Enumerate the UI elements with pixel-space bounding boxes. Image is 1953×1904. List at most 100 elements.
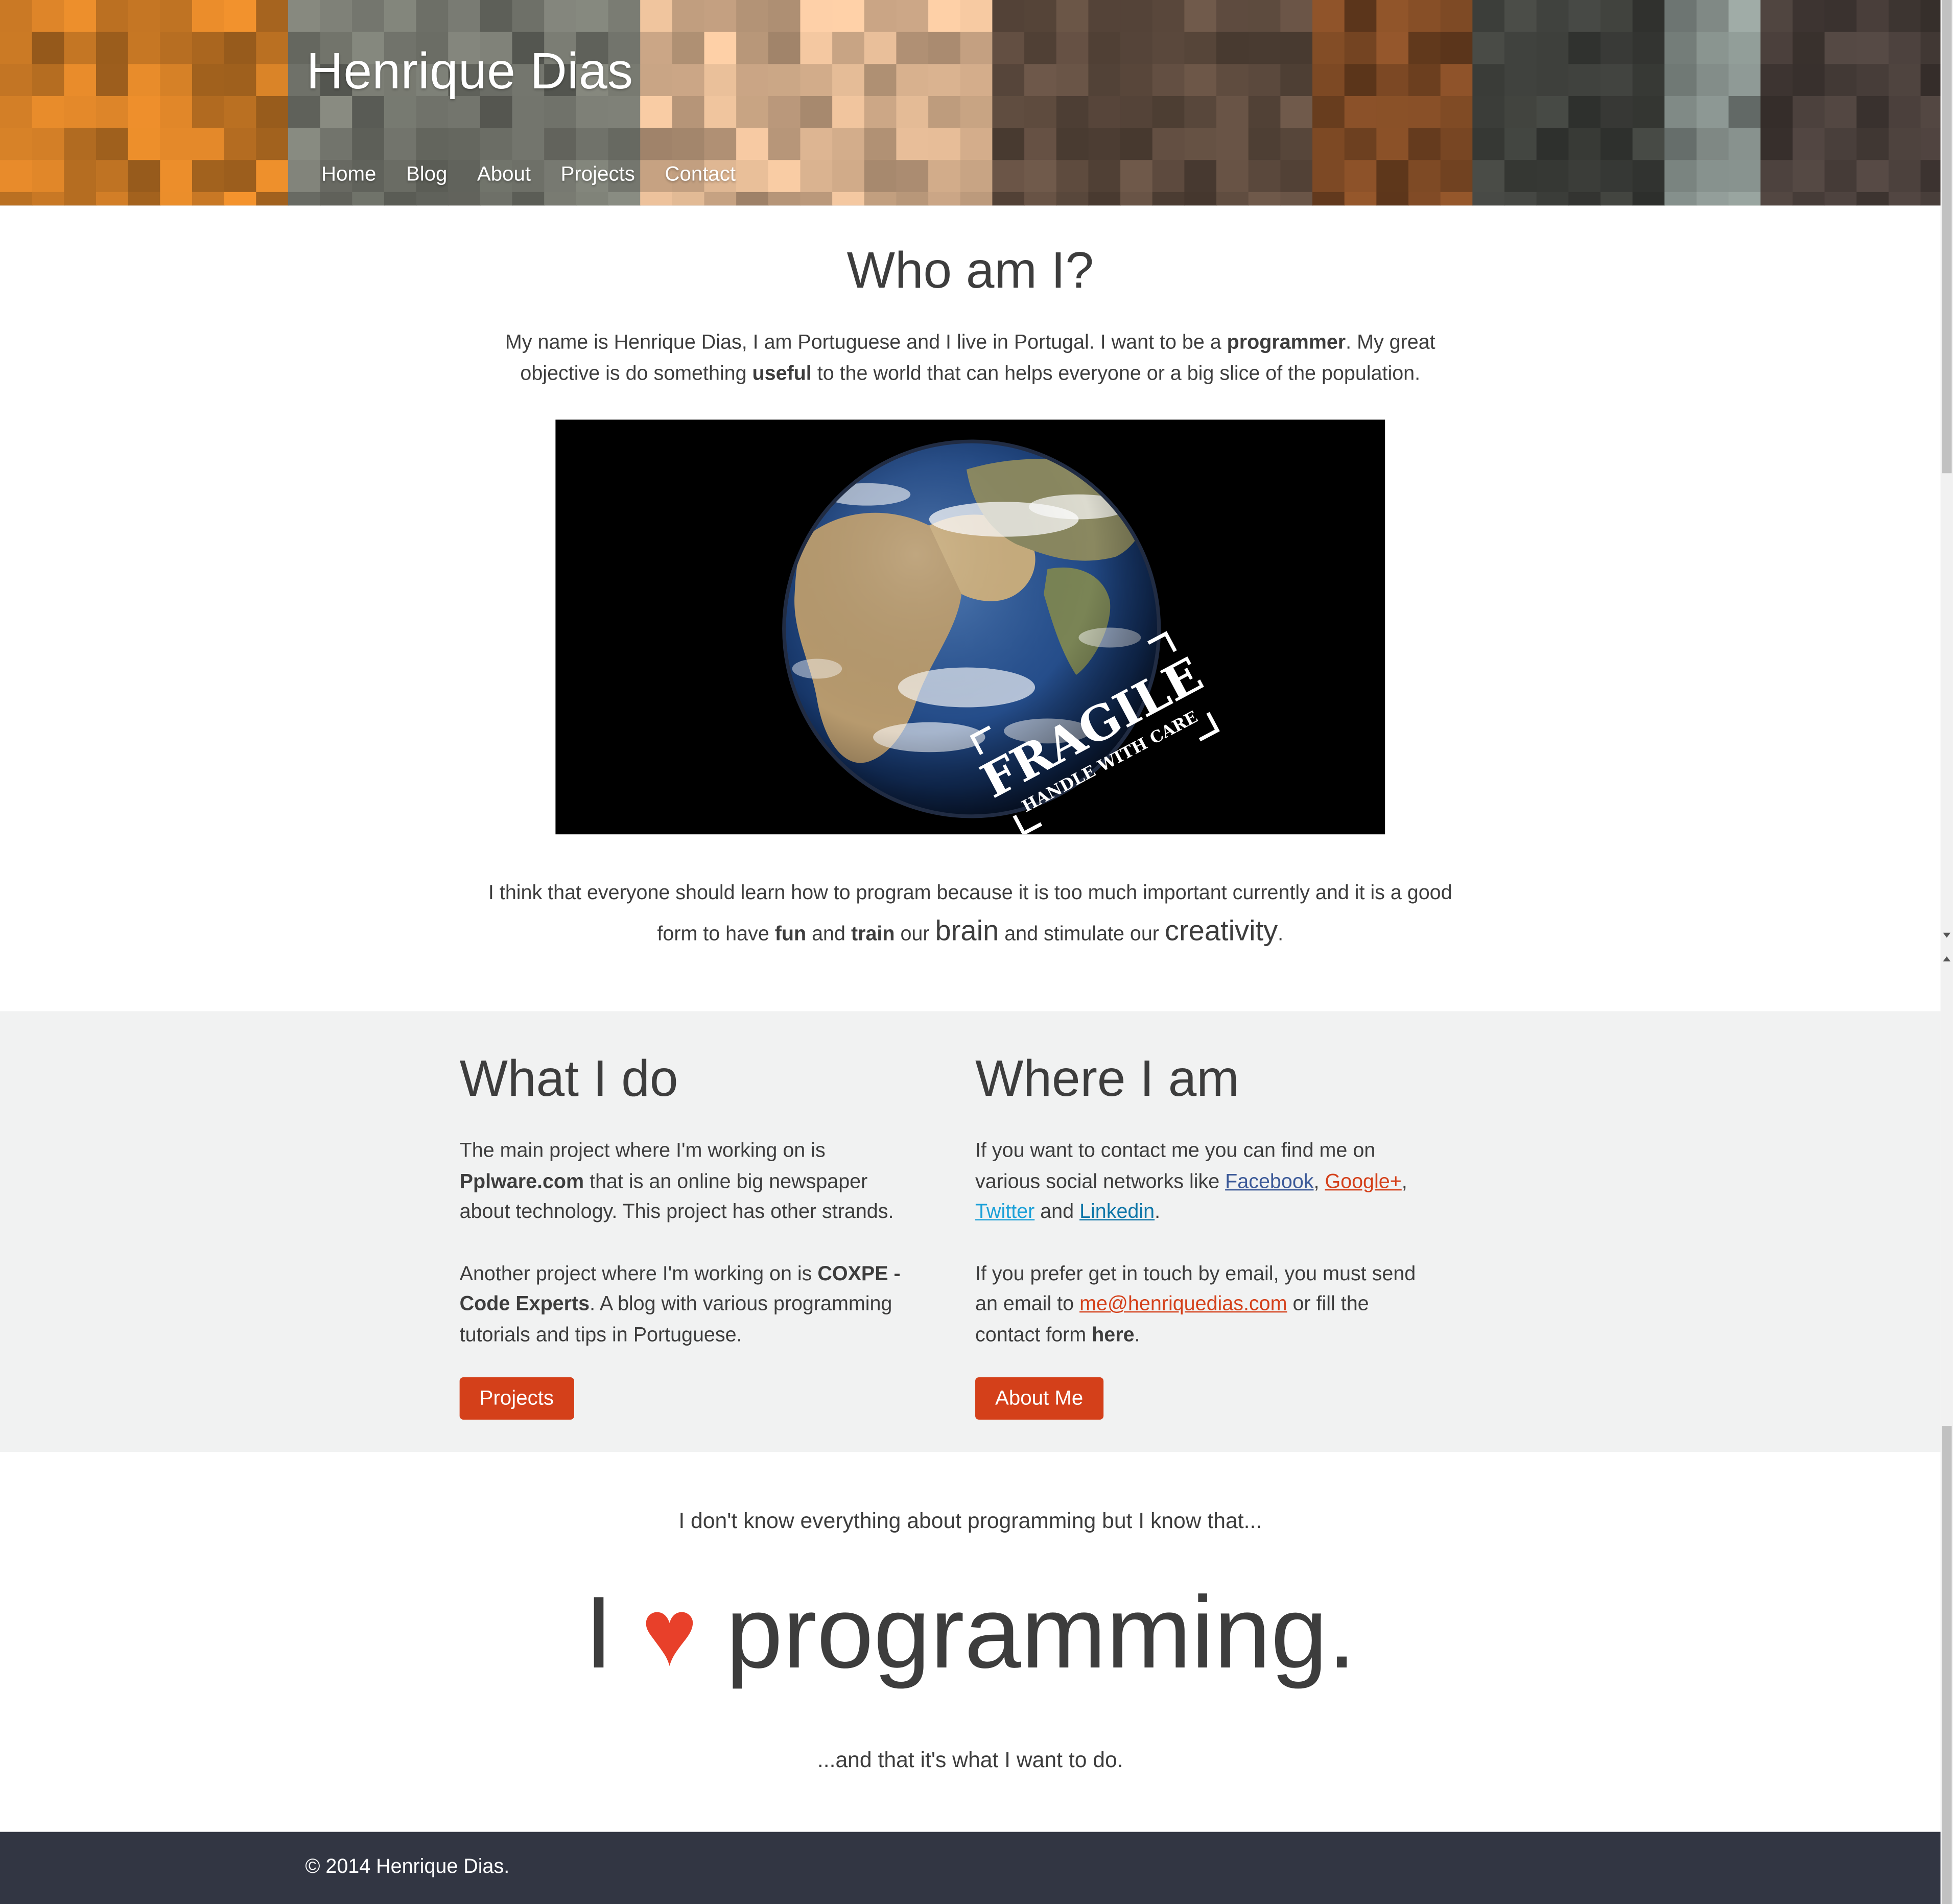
mosaic-tile	[1280, 32, 1313, 65]
scroll-down-arrow-icon[interactable]	[1943, 932, 1951, 938]
mosaic-tile	[0, 64, 33, 97]
nav-item-contact[interactable]: Contact	[650, 160, 750, 189]
features-section: What I do The main project where I'm wor…	[0, 1011, 1941, 1452]
mosaic-tile	[1792, 96, 1825, 129]
linkedin-link[interactable]: Linkedin	[1079, 1201, 1155, 1223]
mosaic-tile	[1888, 0, 1921, 33]
mosaic-tile	[1248, 64, 1281, 97]
mosaic-tile	[160, 128, 193, 161]
mosaic-tile	[1152, 128, 1185, 161]
mosaic-tile	[1760, 64, 1794, 97]
mosaic-tile	[896, 128, 929, 161]
mosaic-tile	[64, 192, 97, 206]
mosaic-tile	[1120, 128, 1153, 161]
mosaic-tile	[416, 96, 449, 129]
mosaic-tile	[1440, 0, 1473, 33]
mosaic-tile	[1312, 0, 1345, 33]
mosaic-tile	[960, 160, 993, 193]
nav-item-blog[interactable]: Blog	[391, 160, 462, 189]
mosaic-tile	[352, 0, 385, 33]
copyright-text: © 2014 Henrique Dias.	[305, 1855, 510, 1878]
mosaic-tile	[224, 64, 257, 97]
mosaic-tile	[32, 128, 65, 161]
mosaic-tile	[832, 128, 865, 161]
what-i-do-column: What I do The main project where I'm wor…	[460, 1048, 921, 1350]
mosaic-tile	[1632, 96, 1665, 129]
mosaic-tile	[1792, 32, 1825, 65]
mosaic-tile	[96, 192, 129, 206]
love-outro-text: ...and that it's what I want to do.	[817, 1747, 1123, 1772]
mosaic-tile	[192, 96, 225, 129]
mosaic-tile	[0, 0, 33, 33]
mosaic-tile	[1312, 64, 1345, 97]
mosaic-tile	[1664, 128, 1698, 161]
contact-form-here[interactable]: here	[1092, 1323, 1134, 1346]
googleplus-link[interactable]: Google+	[1325, 1170, 1401, 1192]
mosaic-tile	[1056, 96, 1089, 129]
mosaic-tile	[1536, 32, 1569, 65]
mosaic-tile	[1472, 192, 1505, 206]
mosaic-tile	[768, 0, 801, 33]
mosaic-tile	[224, 32, 257, 65]
mosaic-tile	[1024, 160, 1057, 193]
mosaic-tile	[1824, 192, 1857, 206]
pixelated-portrait-background	[0, 0, 1941, 206]
mosaic-tile	[544, 192, 577, 206]
mosaic-tile	[320, 128, 353, 161]
mosaic-tile	[1408, 32, 1441, 65]
mosaic-tile	[128, 64, 161, 97]
mosaic-tile	[1568, 128, 1602, 161]
mosaic-tile	[1248, 96, 1281, 129]
mosaic-tile	[1856, 192, 1890, 206]
mosaic-tile	[1632, 192, 1665, 206]
mosaic-tile	[1472, 96, 1505, 129]
mosaic-tile	[384, 96, 417, 129]
mosaic-tile	[64, 128, 97, 161]
site-title[interactable]: Henrique Dias	[307, 42, 633, 101]
twitter-link[interactable]: Twitter	[975, 1201, 1034, 1223]
mosaic-tile	[1824, 128, 1857, 161]
mosaic-tile	[1088, 0, 1121, 33]
page-scrollbar[interactable]	[1940, 0, 1953, 1904]
belief-text: I think that everyone should learn how t…	[472, 874, 1468, 953]
mosaic-tile	[1152, 32, 1185, 65]
scrollbar-thumb[interactable]	[1941, 0, 1952, 474]
love-intro-text: I don't know everything about programmin…	[678, 1508, 1262, 1533]
scrollbar-thumb-secondary[interactable]	[1941, 1426, 1952, 1904]
text-part: .	[1134, 1323, 1140, 1346]
projects-button[interactable]: Projects	[459, 1377, 574, 1420]
mosaic-tile	[800, 0, 833, 33]
mosaic-tile	[896, 32, 929, 65]
nav-item-home[interactable]: Home	[307, 160, 391, 189]
about-me-button[interactable]: About Me	[975, 1377, 1103, 1420]
mosaic-tile	[1440, 160, 1473, 193]
mosaic-tile	[1216, 32, 1249, 65]
mosaic-tile	[1184, 160, 1217, 193]
mosaic-tile	[96, 96, 129, 129]
mosaic-tile	[128, 96, 161, 129]
mosaic-tile	[1216, 0, 1249, 33]
mosaic-tile	[1024, 64, 1057, 97]
mosaic-tile	[1888, 160, 1921, 193]
mosaic-tile	[800, 128, 833, 161]
mosaic-tile	[1344, 160, 1377, 193]
mosaic-tile	[736, 64, 769, 97]
mosaic-tile	[1120, 32, 1153, 65]
what-i-do-paragraph-1: The main project where I'm working on is…	[460, 1136, 921, 1227]
facebook-link[interactable]: Facebook	[1225, 1170, 1313, 1192]
mosaic-tile	[1152, 96, 1185, 129]
mosaic-tile	[1632, 32, 1665, 65]
nav-item-projects[interactable]: Projects	[546, 160, 650, 189]
mosaic-tile	[576, 96, 609, 129]
mosaic-tile	[1792, 160, 1825, 193]
email-link[interactable]: me@henriquedias.com	[1079, 1292, 1287, 1315]
nav-item-about[interactable]: About	[462, 160, 546, 189]
mosaic-tile	[704, 96, 737, 129]
mosaic-tile	[0, 192, 33, 206]
mosaic-tile	[1248, 160, 1281, 193]
scroll-up-arrow-icon[interactable]	[1943, 956, 1951, 961]
mosaic-tile	[1056, 0, 1089, 33]
mosaic-tile	[704, 64, 737, 97]
belief-big-creativity: creativity	[1164, 914, 1278, 947]
mosaic-tile	[672, 192, 705, 206]
